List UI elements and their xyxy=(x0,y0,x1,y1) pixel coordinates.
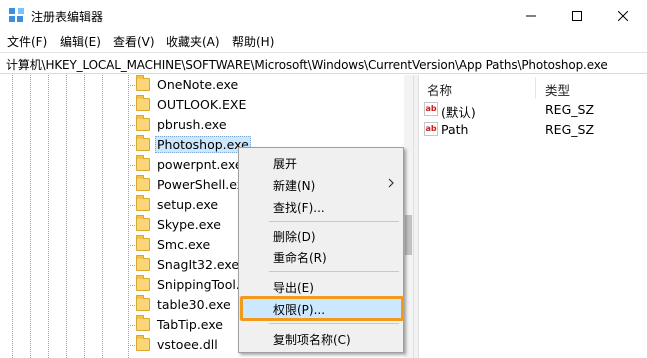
folder-icon xyxy=(136,235,150,251)
tree-connector xyxy=(128,325,135,326)
values-pane[interactable]: 名称 类型 ab (默认) REG_SZ ab Path REG_SZ xyxy=(419,75,647,358)
value-row[interactable]: ab Path REG_SZ xyxy=(419,120,647,140)
menu-file[interactable]: 文件(F) xyxy=(7,33,47,50)
context-menu-expand[interactable]: 展开 xyxy=(239,151,403,173)
folder-icon xyxy=(136,295,150,311)
tree-guide-line xyxy=(128,75,129,358)
tree-item-label: TabTip.exe xyxy=(157,317,223,332)
column-header-type[interactable]: 类型 xyxy=(545,80,570,99)
tree-item-label: SnagIt32.exe xyxy=(157,257,240,272)
context-menu-find[interactable]: 查找(F)... xyxy=(239,195,403,217)
folder-icon xyxy=(136,175,150,191)
menu-help[interactable]: 帮助(H) xyxy=(232,33,274,50)
tree-connector xyxy=(128,125,135,126)
tree-item-label: Skype.exe xyxy=(157,217,221,232)
folder-icon xyxy=(136,115,150,131)
address-path[interactable]: 计算机\HKEY_LOCAL_MACHINE\SOFTWARE\Microsof… xyxy=(6,56,608,73)
menu-favorites[interactable]: 收藏夹(A) xyxy=(166,33,220,50)
tree-item-label: Photoshop.exe xyxy=(155,136,251,153)
tree-item-label: vstoee.dll xyxy=(157,337,218,352)
maximize-icon xyxy=(572,10,582,21)
folder-icon xyxy=(136,95,150,111)
annotation-highlight-box xyxy=(240,296,404,321)
folder-icon xyxy=(136,255,150,271)
tree-guide-line xyxy=(12,75,13,358)
tree-guide-line xyxy=(48,75,49,358)
string-value-icon: ab xyxy=(424,102,438,116)
maximize-button[interactable] xyxy=(554,0,600,31)
tree-item-label: setup.exe xyxy=(157,197,219,212)
context-menu-export[interactable]: 导出(E) xyxy=(239,275,403,297)
minimize-icon xyxy=(526,15,536,16)
tree-item-label: Smc.exe xyxy=(157,237,211,252)
menu-bar: 文件(F) 编辑(E) 查看(V) 收藏夹(A) 帮助(H) xyxy=(0,31,647,51)
context-menu-separator xyxy=(269,323,399,324)
value-type: REG_SZ xyxy=(545,122,595,137)
folder-icon xyxy=(136,75,150,91)
string-value-icon: ab xyxy=(424,122,438,136)
folder-icon xyxy=(136,315,150,331)
folder-icon xyxy=(136,195,150,211)
column-separator[interactable] xyxy=(535,77,536,99)
tree-guide-line xyxy=(66,75,67,358)
value-type: REG_SZ xyxy=(545,102,595,117)
value-row[interactable]: ab (默认) REG_SZ xyxy=(419,100,647,120)
tree-connector xyxy=(128,285,135,286)
folder-icon xyxy=(136,335,150,351)
tree-connector xyxy=(128,245,135,246)
tree-connector xyxy=(128,85,135,86)
tree-item-label: pbrush.exe xyxy=(157,117,227,132)
context-menu-new[interactable]: 新建(N) xyxy=(239,173,403,195)
column-header-name[interactable]: 名称 xyxy=(427,80,452,99)
tree-connector xyxy=(128,165,135,166)
context-menu: 展开 新建(N) 查找(F)... 删除(D) 重命名(R) 导出(E) 权限(… xyxy=(238,147,404,353)
tree-connector xyxy=(128,225,135,226)
tree-scrollbar[interactable] xyxy=(404,75,413,358)
menu-edit[interactable]: 编辑(E) xyxy=(60,33,101,50)
context-menu-label: 复制项名称(C) xyxy=(273,333,351,347)
tree-guide-line xyxy=(84,75,85,358)
context-menu-label: 新建(N) xyxy=(273,179,316,193)
tree-connector xyxy=(128,345,135,346)
window-title: 注册表编辑器 xyxy=(31,10,104,24)
context-menu-separator xyxy=(269,221,399,222)
folder-icon xyxy=(136,155,150,171)
folder-open-icon xyxy=(136,135,150,151)
value-name: (默认) xyxy=(441,105,476,120)
context-menu-label: 重命名(R) xyxy=(273,251,327,265)
context-menu-label: 查找(F)... xyxy=(273,201,325,215)
tree-guide-line xyxy=(102,75,103,358)
registry-editor-app-icon xyxy=(9,8,24,22)
menu-view[interactable]: 查看(V) xyxy=(113,33,155,50)
tree-item-label: OneNote.exe xyxy=(157,77,239,92)
minimize-button[interactable] xyxy=(508,0,554,31)
close-button[interactable] xyxy=(600,0,646,31)
context-menu-copy-key-name[interactable]: 复制项名称(C) xyxy=(239,327,403,349)
address-bar[interactable]: 计算机\HKEY_LOCAL_MACHINE\SOFTWARE\Microsof… xyxy=(0,52,647,74)
context-menu-label: 展开 xyxy=(273,157,298,171)
tree-item-label: table30.exe xyxy=(157,297,231,312)
context-menu-label: 删除(D) xyxy=(273,230,316,244)
context-menu-rename[interactable]: 重命名(R) xyxy=(239,245,403,267)
context-menu-separator xyxy=(269,271,399,272)
chevron-right-icon xyxy=(388,178,394,188)
folder-icon xyxy=(136,275,150,291)
tree-item-label: OUTLOOK.EXE xyxy=(157,97,247,112)
title-bar: 注册表编辑器 xyxy=(0,0,647,31)
tree-item-label: powerpnt.exe xyxy=(157,157,243,172)
tree-connector xyxy=(128,305,135,306)
tree-scrollbar-thumb[interactable] xyxy=(405,215,412,255)
tree-guide-line xyxy=(30,75,31,358)
tree-connector xyxy=(128,205,135,206)
tree-connector xyxy=(128,105,135,106)
tree-connector xyxy=(128,145,135,146)
tree-connector xyxy=(128,265,135,266)
value-name: Path xyxy=(441,122,469,137)
close-icon xyxy=(618,10,628,21)
context-menu-label: 导出(E) xyxy=(273,281,314,295)
tree-connector xyxy=(128,185,135,186)
folder-icon xyxy=(136,215,150,231)
context-menu-delete[interactable]: 删除(D) xyxy=(239,224,403,246)
